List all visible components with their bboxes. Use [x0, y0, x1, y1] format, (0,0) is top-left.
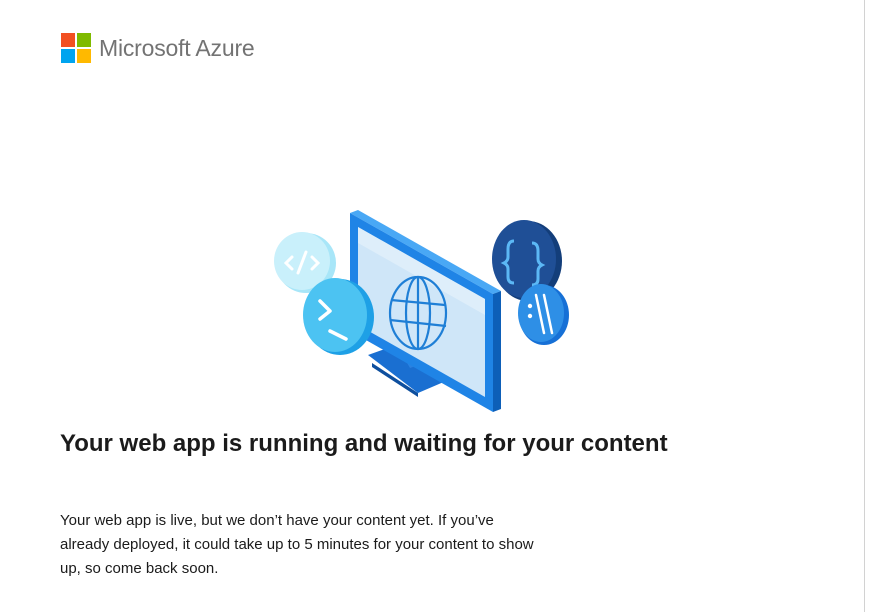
- microsoft-logo-icon: [61, 33, 91, 63]
- terminal-prompt-icon: [303, 278, 374, 355]
- page: Microsoft Azure Your web app is running …: [0, 0, 871, 612]
- scrollbar-edge: [864, 0, 865, 612]
- body-line-3: up, so come back soon.: [60, 560, 219, 577]
- logo-square-green: [77, 33, 91, 47]
- logo-square-red: [61, 33, 75, 47]
- logo-square-yellow: [77, 49, 91, 63]
- microsoft-azure-logo: Microsoft Azure: [61, 33, 255, 63]
- web-app-monitor-illustration: [274, 210, 569, 412]
- logo-square-blue: [61, 49, 75, 63]
- body-line-1: Your web app is live, but we don’t have …: [60, 512, 494, 529]
- brand-name: Microsoft Azure: [99, 34, 255, 61]
- comment-slash-icon: [518, 284, 569, 345]
- page-headline: Your web app is running and waiting for …: [60, 430, 668, 457]
- body-message: Your web app is live, but we don’t have …: [60, 509, 590, 581]
- body-line-2: already deployed, it could take up to 5 …: [60, 536, 534, 553]
